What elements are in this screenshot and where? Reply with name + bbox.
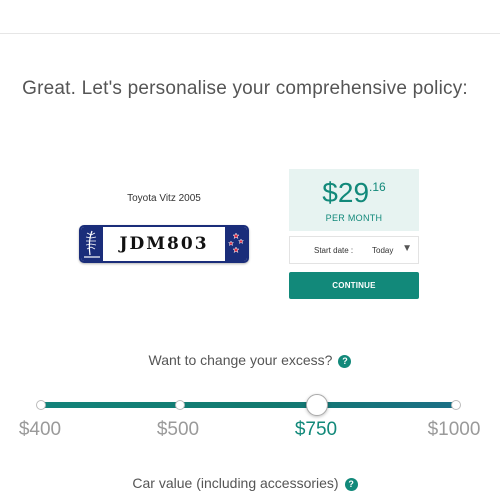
excess-option-500[interactable]: $500 [138,419,218,441]
plate-number: JDM803 [119,234,209,254]
start-date-label: Start date : [314,246,354,255]
excess-slider-stop-1000[interactable] [451,400,461,410]
excess-slider-track[interactable] [41,402,457,408]
excess-question-text: Want to change your excess? [148,352,333,368]
chevron-down-icon: ▼ [402,243,412,254]
price-cents: .16 [369,180,386,194]
top-bar [0,0,500,34]
page-heading: Great. Let's personalise your comprehens… [22,78,468,99]
fern-emblem-icon [81,227,103,261]
price-panel: $29.16 PER MONTH [289,169,419,231]
price-period: PER MONTH [325,213,383,223]
excess-question: Want to change your excess?? [0,352,500,368]
excess-slider-stop-400[interactable] [36,400,46,410]
vehicle-name: Toyota Vitz 2005 [127,193,201,204]
excess-slider-handle[interactable] [306,394,328,416]
monthly-price: $29.16 [289,177,419,209]
help-icon[interactable]: ? [344,478,358,491]
excess-slider-stop-500[interactable] [175,400,185,410]
license-plate: JDM803 [79,225,249,263]
excess-option-400[interactable]: $400 [0,419,80,441]
nz-flag-stars-icon [225,227,247,261]
excess-option-1000[interactable]: $1000 [414,419,494,441]
car-value-question: Car value (including accessories)? [0,475,490,491]
price-dollars: $29 [322,177,370,208]
excess-option-750[interactable]: $750 [276,419,356,441]
start-date-select[interactable]: Start date : Today ▼ [289,236,419,264]
car-value-question-text: Car value (including accessories) [132,475,339,491]
continue-button[interactable]: CONTINUE [289,272,419,299]
start-date-value: Today [372,246,394,255]
help-icon[interactable]: ? [338,355,352,368]
